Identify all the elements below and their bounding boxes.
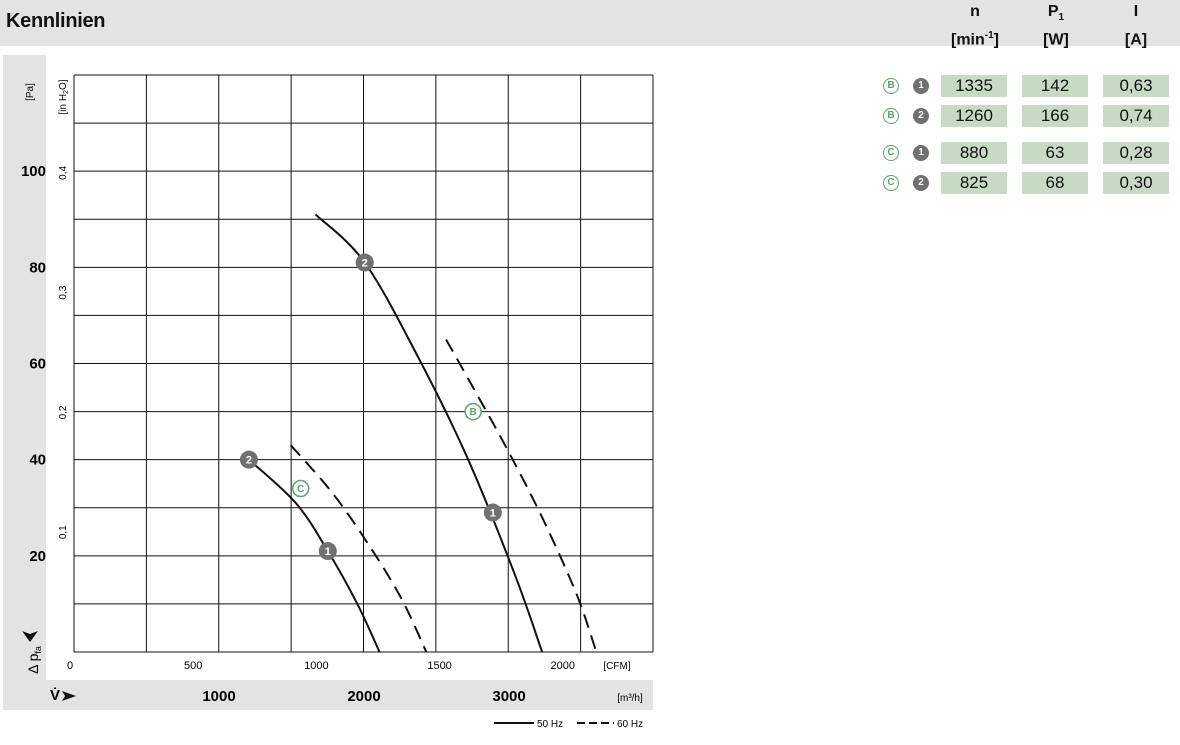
x2-tick-label: 2000 [347,688,380,705]
grid [73,74,654,653]
y-axis-symbol: Δ p [25,653,41,673]
point-marker: 2 [355,253,374,272]
y2-unit-post: O] [58,79,69,90]
point-marker: 1 [318,542,337,561]
y-axis-band [3,55,46,710]
y-tick-label: 80 [29,259,46,276]
y2-tick-label: 0,1 [58,525,69,539]
curve-60hz [445,338,598,653]
y-tick-label: 100 [21,163,46,180]
tick-labels: 20 40 60 80 100 0,1 0,2 0,3 0,4 0 500 1000 1500 2000 1… [21,163,575,705]
x-tick-label: 1500 [427,660,451,672]
point-marker: 1 [483,503,502,522]
x2-axis-title: V̇ [50,687,60,704]
x-tick-label: 0 [67,660,73,672]
y2-tick-label: 0,3 [58,285,69,299]
x2-tick-label: 3000 [492,688,525,705]
x-tick-label: 500 [184,660,202,672]
x-tick-label: 1000 [304,660,328,672]
x-axis-band [3,680,653,710]
legend: 50 Hz 60 Hz [494,719,643,730]
x2-unit-label: [m³/h] [617,693,643,704]
markers: 2 1 C 2 1 B [239,253,502,561]
y2-tick-label: 0,4 [58,166,69,180]
legend-label-60hz: 60 Hz [617,719,643,730]
y-tick-label: 60 [29,356,46,373]
fan-characteristic-chart: 20 40 60 80 100 0,1 0,2 0,3 0,4 0 500 1000 1500 2000 1… [3,55,654,730]
y2-unit-label: [in H2O] [58,79,70,114]
curve-marker-label: B [470,407,477,418]
point-marker-label: 2 [246,455,252,467]
x-tick-label: 2000 [551,660,575,672]
point-marker: 2 [239,450,258,469]
x2-tick-label: 1000 [202,688,235,705]
y-tick-label: 40 [29,452,46,469]
y2-tick-label: 0,2 [58,405,69,419]
point-marker-label: 2 [362,258,368,270]
point-marker-label: 1 [325,546,331,558]
y-axis-sub: fa [33,646,43,654]
curve-60hz [290,444,428,653]
x-unit-label: [CFM] [603,661,630,672]
y2-unit-pre: [in H [58,94,69,115]
curves [248,213,598,653]
legend-label-50hz: 50 Hz [537,719,563,730]
point-marker-label: 1 [490,508,496,520]
y-tick-label: 20 [29,548,46,565]
y-unit-label: [Pa] [25,83,36,101]
curve-label-marker: C [291,479,310,498]
curve-marker-label: C [297,484,304,495]
curve-label-marker: B [464,402,482,421]
